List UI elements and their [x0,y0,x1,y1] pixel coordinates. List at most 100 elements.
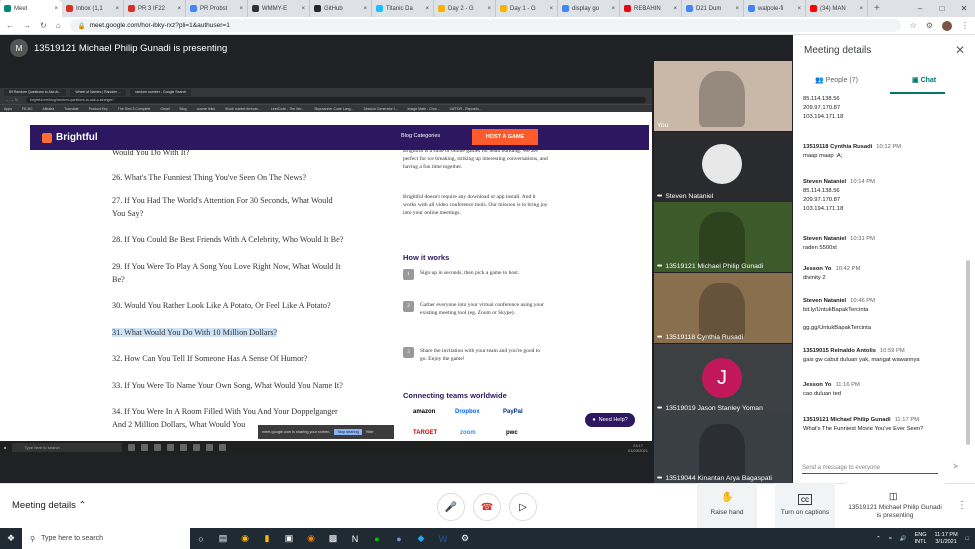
word-icon[interactable]: W [432,528,454,549]
browser-tab[interactable]: D21 Dum × [682,0,744,17]
taskbar-clock[interactable]: 11:17 PM 3/1/2021 [935,532,958,546]
cortana-icon[interactable]: ○ [190,528,212,549]
stop-sharing-button[interactable]: Stop sharing [334,429,362,435]
back-icon[interactable]: ← [6,21,14,30]
participant-tile[interactable]: J ••• 13519019 Jason Stanley Yoman [654,344,792,414]
more-options-icon[interactable]: ••• [657,475,662,482]
participant-tile[interactable]: You [654,61,792,131]
brightful-logo[interactable]: Brightful [42,132,98,143]
windows-start-icon[interactable]: ❖ [0,528,22,549]
more-options-icon[interactable]: ••• [657,263,662,270]
tab-close-icon[interactable]: × [611,6,615,12]
browser-tab[interactable]: Day 2 - G × [434,0,496,17]
microphone-button[interactable]: 🎤 [437,493,465,521]
browser-tab[interactable]: Meet × [0,0,62,17]
reload-icon[interactable]: ↻ [40,21,47,30]
line-icon[interactable]: ● [366,528,388,549]
participant-tile[interactable]: ••• Steven Nataniel [654,132,792,202]
tab-close-icon[interactable]: × [115,6,119,12]
file-explorer-icon[interactable]: ▮ [256,528,278,549]
people-icon: 👥 [815,77,826,84]
maximize-icon[interactable]: □ [931,4,953,13]
more-options-icon[interactable]: ⋮ [957,500,967,511]
chat-scrollbar[interactable] [966,260,970,445]
browser-tab[interactable]: (34) MAN × [806,0,868,17]
blender-icon[interactable]: ◉ [300,528,322,549]
step-number: 3 [403,347,414,358]
language-indicator[interactable]: ENG INTL [915,532,927,546]
notification-icon[interactable]: □ [966,536,969,542]
browser-tab[interactable]: PR Probst × [186,0,248,17]
forward-icon[interactable]: → [23,21,31,30]
browser-tab[interactable]: GitHub × [310,0,372,17]
new-tab-button[interactable]: + [868,3,886,14]
browser-tab[interactable]: display go × [558,0,620,17]
end-call-button[interactable]: ☎ [473,493,501,521]
chat-input[interactable]: Send a message to everyone [802,465,938,474]
browser-tab[interactable]: Day 1 - G × [496,0,558,17]
chat-message: 85.114.138.56 209.97.170.87 103.194.171.… [803,95,963,122]
tab-chat[interactable]: ▣ Chat [912,76,936,84]
tab-close-icon[interactable]: × [549,6,553,12]
close-icon[interactable]: ✕ [955,43,965,57]
raise-hand-button[interactable] [697,483,757,528]
tab-close-icon[interactable]: × [797,6,801,12]
photos-icon[interactable]: ▩ [322,528,344,549]
notion-icon[interactable]: N [344,528,366,549]
vscode-icon[interactable]: ◆ [410,528,432,549]
star-icon[interactable]: ☆ [910,21,917,30]
wifi-icon[interactable]: ≈ [889,536,892,542]
browser-tab[interactable]: WMMY-E × [248,0,310,17]
task-view-icon[interactable]: ▤ [212,528,234,549]
tab-close-icon[interactable]: × [177,6,181,12]
question-line: 31. What Would You Do With 10 Million Do… [112,327,382,340]
tab-close-icon[interactable]: × [301,6,305,12]
tab-close-icon[interactable]: × [239,6,243,12]
browser-tab[interactable]: Inbox (1,1 × [62,0,124,17]
more-options-icon[interactable]: ••• [657,334,662,341]
tab-close-icon[interactable]: × [425,6,429,12]
meeting-details-button[interactable]: Meeting details ⌃ [12,500,87,511]
discord-icon[interactable]: ● [388,528,410,549]
browser-tab[interactable]: REBAHIN × [620,0,682,17]
tray-chevron-icon[interactable]: ⌃ [876,536,881,542]
store-icon[interactable]: ▣ [278,528,300,549]
tab-close-icon[interactable]: × [735,6,739,12]
home-icon[interactable]: ⌂ [56,21,61,30]
window-close-icon[interactable]: ✕ [953,4,975,13]
more-options-icon[interactable]: ••• [657,193,662,200]
question-text: 33. If You Were To Name Your Own Song, W… [112,381,343,390]
need-help-button[interactable]: ● Need Help? [585,413,635,427]
tab-close-icon[interactable]: × [859,6,863,12]
profile-avatar[interactable] [942,20,952,31]
volume-icon[interactable]: 🔊 [900,536,907,542]
settings-icon[interactable]: ⚙ [454,528,476,549]
taskbar-search[interactable]: ⚲ Type here to search [22,528,190,549]
chrome-icon[interactable]: ◉ [234,528,256,549]
tab-close-icon[interactable]: × [54,6,58,12]
tab-people[interactable]: 👥 People (7) [815,76,858,84]
tab-close-icon[interactable]: × [363,6,367,12]
participant-tile[interactable]: ••• 13519044 Kinantan Arya Bagaspati [654,414,792,484]
participant-tile[interactable]: ••• 13519118 Cynthia Rusadi [654,273,792,343]
captions-button[interactable] [775,483,835,528]
browser-tab[interactable]: walpole-fi × [744,0,806,17]
camera-button[interactable]: ▷ [509,493,537,521]
browser-tab[interactable]: PR 3 IF22 × [124,0,186,17]
blog-categories-menu[interactable]: Blog Categories [401,133,440,139]
step-text: Share the invitation with your team and … [420,348,540,362]
hide-button[interactable]: Hide [366,430,374,434]
more-options-icon[interactable]: ••• [657,405,662,412]
chat-sender: Steven Nataniel 10:31 PM [803,235,963,244]
extensions-icon[interactable]: ⚙ [926,21,933,30]
send-icon[interactable]: ➤ [952,461,960,472]
menu-icon[interactable]: ⋮ [961,21,969,30]
tab-close-icon[interactable]: × [487,6,491,12]
host-a-game-button[interactable]: HOST A GAME [472,129,538,145]
chat-text: cao duluan ted [803,391,842,397]
tab-close-icon[interactable]: × [673,6,677,12]
browser-tab[interactable]: Titanic Da × [372,0,434,17]
url-field[interactable]: 🔒 meet.google.com/hor-ibky-rxz?pli=1&auth… [69,19,901,32]
participant-tile[interactable]: ••• 13519121 Michael Philip Gunadi [654,202,792,272]
minimize-icon[interactable]: – [909,4,931,13]
